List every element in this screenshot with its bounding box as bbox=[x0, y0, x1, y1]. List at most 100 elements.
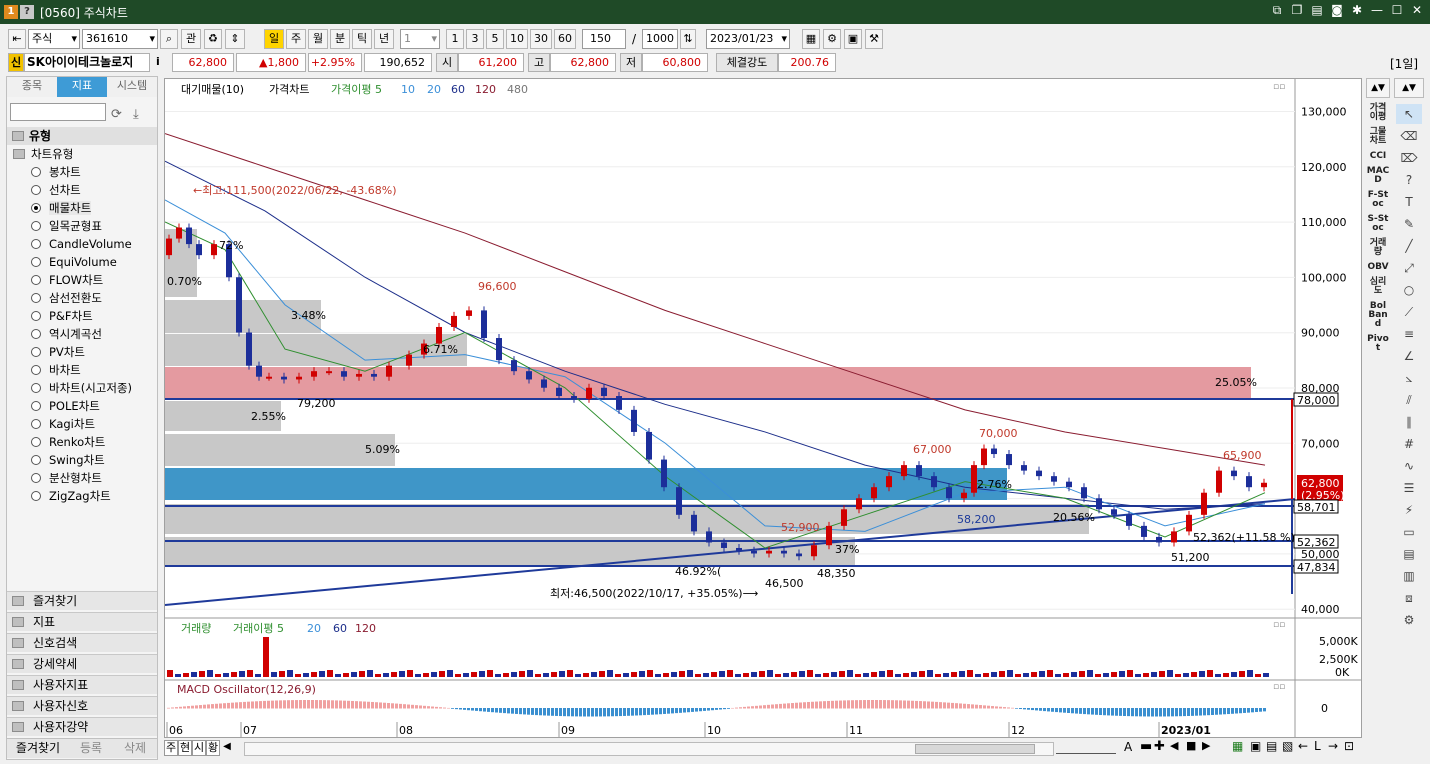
market-select[interactable]: 주식 ▾ bbox=[28, 29, 80, 49]
window-icon[interactable]: ▭ bbox=[1396, 522, 1422, 542]
chart-type-item[interactable]: FLOW차트 bbox=[7, 271, 157, 289]
minimize-button[interactable]: — bbox=[1370, 3, 1384, 19]
fit-icon[interactable]: ⊡ bbox=[1344, 739, 1354, 753]
chart-type-item[interactable]: 삼선전환도 bbox=[7, 289, 157, 307]
radio-icon[interactable] bbox=[31, 455, 41, 465]
wrench-icon[interactable]: ⚙ bbox=[1396, 610, 1422, 630]
zoom-out-icon[interactable]: ▬ bbox=[1140, 739, 1152, 754]
folder-item[interactable]: 지표 bbox=[7, 612, 157, 631]
chart-type-item[interactable]: 선차트 bbox=[7, 181, 157, 199]
radio-icon[interactable] bbox=[31, 185, 41, 195]
period-year[interactable]: 년 bbox=[374, 29, 394, 49]
refresh-icon[interactable]: ♻ bbox=[204, 29, 222, 49]
fib-icon[interactable]: ☰ bbox=[1396, 478, 1422, 498]
circle-icon[interactable]: ○ bbox=[1396, 280, 1422, 300]
step-back-icon[interactable]: ◀ bbox=[1170, 739, 1178, 752]
copy-icon[interactable]: ❐ bbox=[1290, 3, 1304, 19]
auto-icon[interactable]: ⚡ bbox=[1396, 500, 1422, 520]
radio-icon[interactable] bbox=[31, 293, 41, 303]
indicator-button[interactable]: MACD bbox=[1366, 167, 1390, 185]
folder-item[interactable]: 신호검색 bbox=[7, 633, 157, 652]
radio-icon[interactable] bbox=[31, 383, 41, 393]
eraser-icon[interactable]: ⌫ bbox=[1396, 126, 1422, 146]
folder-item[interactable]: 즐겨찾기 bbox=[7, 591, 157, 610]
panel-maximize-icon[interactable]: ▫▫ bbox=[1273, 682, 1285, 692]
indicator-button[interactable]: CCI bbox=[1366, 152, 1390, 161]
maximize-button[interactable]: ☐ bbox=[1390, 3, 1404, 19]
chart-type-item[interactable]: 분산형차트 bbox=[7, 469, 157, 487]
scroll-up-icon[interactable]: ▲▼ bbox=[1394, 78, 1424, 98]
count-input[interactable]: 150 bbox=[582, 29, 626, 49]
tab-stock[interactable]: 종목 bbox=[7, 77, 57, 97]
indicator-button[interactable]: 그물차트 bbox=[1366, 128, 1390, 146]
bottom-tab-hwang[interactable]: 황 bbox=[206, 740, 220, 756]
quick-60[interactable]: 60 bbox=[554, 29, 576, 49]
radio-icon[interactable] bbox=[31, 329, 41, 339]
print-icon[interactable]: ▤ bbox=[1310, 3, 1324, 19]
radio-icon[interactable] bbox=[31, 473, 41, 483]
download-icon[interactable]: ⤓ bbox=[133, 107, 139, 122]
indicator-button[interactable]: 거래량 bbox=[1366, 239, 1390, 257]
chart-settings-icon[interactable]: ▦ bbox=[802, 29, 820, 49]
camera-icon[interactable]: ◙ bbox=[1330, 3, 1344, 19]
radio-icon[interactable] bbox=[31, 275, 41, 285]
panel-maximize-icon[interactable]: ▫▫ bbox=[1273, 82, 1285, 92]
radio-icon[interactable] bbox=[31, 419, 41, 429]
arrow-right-icon[interactable]: → bbox=[1328, 739, 1338, 753]
compare-icon[interactable]: ⧈ bbox=[1396, 588, 1422, 608]
bottom-tab-hyeon[interactable]: 현 bbox=[178, 740, 192, 756]
period-minute[interactable]: 분 bbox=[330, 29, 350, 49]
quick-3[interactable]: 3 bbox=[466, 29, 484, 49]
folder-item[interactable]: 강세약세 bbox=[7, 654, 157, 673]
quick-5[interactable]: 5 bbox=[486, 29, 504, 49]
zoom-in-icon[interactable]: ✚ bbox=[1154, 739, 1165, 754]
save-icon[interactable]: ▣ bbox=[1250, 739, 1261, 753]
radio-icon[interactable] bbox=[31, 167, 41, 177]
grid-icon[interactable]: # bbox=[1396, 434, 1422, 454]
indicator-button[interactable]: S-Stoc bbox=[1366, 215, 1390, 233]
folder-item[interactable]: 사용자신호 bbox=[7, 696, 157, 715]
scroll-left-icon[interactable]: ◀ bbox=[220, 740, 234, 756]
folder-item[interactable]: 사용자지표 bbox=[7, 675, 157, 694]
period-month[interactable]: 월 bbox=[308, 29, 328, 49]
chart-type-item[interactable]: Swing차트 bbox=[7, 451, 157, 469]
price-chart-svg[interactable]: 대기매물(10) 가격차트 가격이평 5 10 20 60 120 480 13… bbox=[164, 79, 1361, 737]
fan-icon[interactable]: ⫽ bbox=[1396, 390, 1422, 410]
indicator-button[interactable]: F-Stoc bbox=[1366, 191, 1390, 209]
updown-icon[interactable]: ⇕ bbox=[225, 29, 245, 49]
zoom-slider[interactable] bbox=[1056, 742, 1116, 754]
zoom-label[interactable]: A bbox=[1124, 740, 1132, 754]
gann-icon[interactable]: ∠ bbox=[1396, 346, 1422, 366]
chart-type-item[interactable]: 바차트(시고저종) bbox=[7, 379, 157, 397]
trend-icon[interactable]: ⟋ bbox=[1396, 302, 1422, 322]
chart-type-item[interactable]: 봉차트 bbox=[7, 163, 157, 181]
radio-icon[interactable] bbox=[31, 491, 41, 501]
bottom-tab-ju[interactable]: 주 bbox=[164, 740, 178, 756]
chart-type-item[interactable]: 일목균형표 bbox=[7, 217, 157, 235]
horizontal-scrollbar[interactable] bbox=[244, 742, 1054, 756]
folder-item[interactable]: 사용자강약 bbox=[7, 717, 157, 736]
l-icon[interactable]: L bbox=[1314, 739, 1321, 753]
radio-icon[interactable] bbox=[31, 311, 41, 321]
tab-system[interactable]: 시스템 bbox=[107, 77, 157, 97]
channel-icon[interactable]: ≡ bbox=[1396, 324, 1422, 344]
chart-type-item[interactable]: PV차트 bbox=[7, 343, 157, 361]
line-icon[interactable]: ╱ bbox=[1396, 236, 1422, 256]
chart-type-item[interactable]: 바차트 bbox=[7, 361, 157, 379]
gear-icon[interactable]: ⚙ bbox=[823, 29, 841, 49]
stop-icon[interactable]: ■ bbox=[1186, 739, 1196, 752]
interval-select[interactable]: 1 ▾ bbox=[400, 29, 440, 49]
info-icon[interactable]: i bbox=[156, 55, 160, 68]
play-icon[interactable]: ▶ bbox=[1202, 739, 1210, 752]
chart-type-item[interactable]: POLE차트 bbox=[7, 397, 157, 415]
angle-icon[interactable]: ⦣ bbox=[1396, 368, 1422, 388]
settings-icon[interactable]: ✱ bbox=[1350, 3, 1364, 19]
indicator-button[interactable]: Bol Band bbox=[1366, 302, 1390, 329]
chart-type-item[interactable]: EquiVolume bbox=[7, 253, 157, 271]
quick-1[interactable]: 1 bbox=[446, 29, 464, 49]
company-name[interactable]: SK아이이테크놀로지 bbox=[24, 53, 150, 72]
indicator-search-input[interactable] bbox=[10, 103, 106, 121]
code-input[interactable]: 361610 ▾ bbox=[82, 29, 158, 49]
tools-icon[interactable]: ⚒ bbox=[865, 29, 883, 49]
radio-icon[interactable] bbox=[31, 401, 41, 411]
